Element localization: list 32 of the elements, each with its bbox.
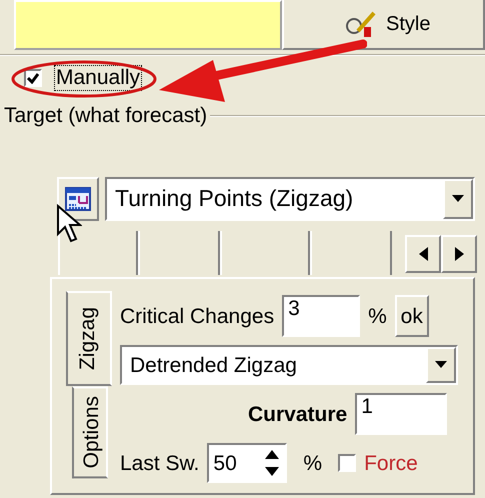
manually-label[interactable]: Manually <box>54 65 142 91</box>
mouse-cursor-icon <box>56 204 82 244</box>
last-sw-spinner[interactable]: 50 <box>207 443 288 484</box>
tab[interactable] <box>220 231 310 276</box>
last-sw-label: Last Sw. <box>120 452 200 475</box>
group-title: Target (what forecast) <box>3 104 208 128</box>
tab[interactable] <box>58 231 138 276</box>
force-label: Force <box>364 452 418 475</box>
curvature-label: Curvature <box>248 402 348 426</box>
dropdown-arrow-icon <box>435 361 447 370</box>
manually-checkbox[interactable] <box>24 69 42 87</box>
percent-label: % <box>368 304 387 328</box>
side-tab[interactable]: Options <box>72 386 108 478</box>
brush-icon <box>344 9 378 39</box>
critical-changes-label: Critical Changes <box>120 304 274 328</box>
left-arrow-icon <box>418 247 428 262</box>
target-combo[interactable]: Turning Points (Zigzag) <box>105 177 475 222</box>
force-checkbox[interactable] <box>338 454 356 472</box>
dropdown-arrow-icon <box>452 195 464 204</box>
side-tab[interactable]: Zigzag <box>66 291 112 386</box>
window-icon <box>65 187 91 212</box>
ok-button[interactable]: ok <box>394 295 429 338</box>
percent-label: % <box>303 452 322 475</box>
tab[interactable] <box>138 231 220 276</box>
critical-changes-field[interactable]: 3 <box>282 295 360 338</box>
curvature-field[interactable]: 1 <box>355 393 448 436</box>
scroll-left-button[interactable] <box>405 235 441 274</box>
right-arrow-icon <box>454 247 464 262</box>
style-button[interactable]: Style <box>282 0 485 50</box>
tab[interactable] <box>310 231 392 276</box>
method-combo[interactable]: Detrended Zigzag <box>120 345 458 386</box>
scroll-right-button[interactable] <box>441 235 477 274</box>
